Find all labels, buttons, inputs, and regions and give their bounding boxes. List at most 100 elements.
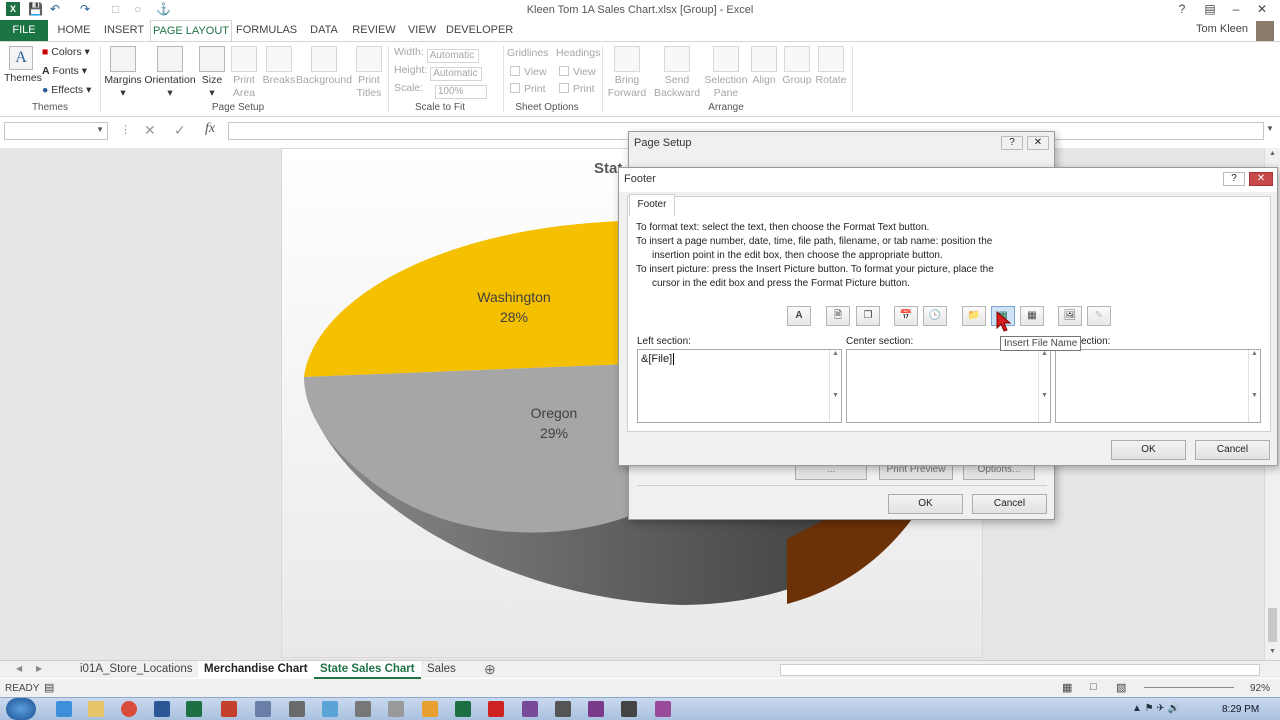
footer-ok-button[interactable]: OK	[1111, 440, 1186, 460]
tab-developer[interactable]: DEVELOPER	[446, 20, 513, 42]
app-icon[interactable]	[621, 701, 637, 717]
size-button[interactable]: Size ▾	[198, 46, 226, 100]
prev-sheet-icon[interactable]: ◀	[16, 664, 22, 673]
rotate-button[interactable]: Rotate	[814, 46, 848, 87]
start-button[interactable]	[6, 698, 36, 720]
left-section-value[interactable]: &[File]	[641, 353, 675, 365]
insert-sheet-name-button[interactable]: ▦	[1020, 306, 1044, 326]
insert-picture-button[interactable]: 🖼	[1058, 306, 1082, 326]
zoom-level[interactable]: 92%	[1250, 683, 1270, 694]
close-icon[interactable]: ✕	[1027, 136, 1049, 150]
onenote-icon[interactable]	[588, 701, 604, 717]
app-icon[interactable]	[455, 701, 471, 717]
help-icon[interactable]: ?	[1223, 172, 1245, 186]
right-section-input[interactable]: ▲ ▼	[1055, 349, 1261, 423]
excel-icon[interactable]	[186, 701, 202, 717]
next-sheet-icon[interactable]: ▶	[36, 664, 42, 673]
add-sheet-icon[interactable]: ⊕	[484, 661, 496, 678]
app-icon[interactable]	[289, 701, 305, 717]
sheet-tab-store-locations[interactable]: i01A_Store_Locations	[74, 661, 199, 679]
sheet-tab-merchandise-chart[interactable]: Merchandise Chart	[198, 661, 314, 679]
word-icon[interactable]	[154, 701, 170, 717]
margins-button[interactable]: Margins ▾	[104, 46, 142, 100]
expand-formula-icon[interactable]: ▼	[1266, 124, 1274, 133]
page-break-view-icon[interactable]: ▧	[1116, 681, 1126, 694]
help-icon[interactable]: ?	[1168, 0, 1196, 18]
sheet-tab-sales[interactable]: Sales	[421, 661, 462, 679]
user-name[interactable]: Tom Kleen	[1196, 23, 1248, 35]
ie-icon[interactable]	[56, 701, 72, 717]
orientation-button[interactable]: Orientation ▾	[144, 46, 196, 100]
app-icon[interactable]	[355, 701, 371, 717]
page-setup-ok-button[interactable]: OK	[888, 494, 963, 514]
filezilla-icon[interactable]	[488, 701, 504, 717]
app-icon[interactable]	[422, 701, 438, 717]
insert-time-button[interactable]: 🕓	[923, 306, 947, 326]
right-section-scrollbar[interactable]: ▲ ▼	[1248, 350, 1260, 422]
page-setup-cancel-button[interactable]: Cancel	[972, 494, 1047, 514]
format-text-button[interactable]: A	[787, 306, 811, 326]
left-section-scrollbar[interactable]: ▲ ▼	[829, 350, 841, 422]
insert-page-number-button[interactable]: 🗎	[826, 306, 850, 326]
sheet-tab-state-sales-chart[interactable]: State Sales Chart	[314, 661, 421, 679]
chrome-icon[interactable]	[121, 701, 137, 717]
app-icon[interactable]	[388, 701, 404, 717]
help-icon[interactable]: ?	[1001, 136, 1023, 150]
gridlines-view-checkbox[interactable]: View	[510, 66, 547, 78]
center-section-scrollbar[interactable]: ▲ ▼	[1038, 350, 1050, 422]
tab-review[interactable]: REVIEW	[350, 20, 398, 42]
enter-icon[interactable]: ✓	[174, 122, 186, 139]
ribbon-display-icon[interactable]: ▤	[1196, 0, 1224, 18]
scroll-down-icon[interactable]: ▼	[1269, 648, 1276, 655]
footer-cancel-button[interactable]: Cancel	[1195, 440, 1270, 460]
insert-number-of-pages-button[interactable]: ❐	[856, 306, 880, 326]
insert-function-icon[interactable]: fx	[205, 121, 215, 137]
avatar[interactable]	[1256, 21, 1274, 41]
width-control[interactable]: Width: Automatic	[394, 46, 479, 63]
align-button[interactable]: Align	[750, 46, 778, 87]
page-layout-view-icon[interactable]: □	[1090, 681, 1097, 693]
explorer-icon[interactable]	[88, 701, 104, 717]
clock[interactable]: 8:29 PM	[1222, 704, 1259, 715]
selection-pane-button[interactable]: Selection Pane	[704, 46, 748, 100]
tab-formulas[interactable]: FORMULAS	[236, 20, 297, 42]
horizontal-scrollbar[interactable]	[780, 664, 1260, 676]
close-icon[interactable]: ✕	[1248, 0, 1276, 18]
tab-data[interactable]: DATA	[304, 20, 344, 42]
colors-button[interactable]: ■ Colors ▾	[42, 46, 90, 58]
tab-page-layout[interactable]: PAGE LAYOUT	[150, 20, 232, 42]
name-box[interactable]: ▼	[4, 122, 108, 140]
tray-icons[interactable]: ▲ ⚑ ✈ 🔊	[1132, 703, 1180, 714]
headings-print-checkbox[interactable]: Print	[559, 83, 595, 95]
themes-button[interactable]: A Themes	[4, 46, 42, 85]
format-picture-button[interactable]: ✎	[1087, 306, 1111, 326]
background-button[interactable]: Background	[296, 46, 352, 87]
scale-control[interactable]: Scale: 100%	[394, 82, 487, 99]
cancel-icon[interactable]: ✕	[144, 122, 156, 139]
scroll-thumb[interactable]	[1268, 608, 1277, 642]
insert-date-button[interactable]: 📅	[894, 306, 918, 326]
app-icon[interactable]	[522, 701, 538, 717]
tab-insert[interactable]: INSERT	[102, 20, 146, 42]
minimize-icon[interactable]: –	[1222, 0, 1250, 18]
tab-view[interactable]: VIEW	[404, 20, 440, 42]
gridlines-print-checkbox[interactable]: Print	[510, 83, 546, 95]
effects-button[interactable]: ● Effects ▾	[42, 84, 91, 96]
slice-washington[interactable]	[304, 221, 632, 377]
fonts-button[interactable]: A Fonts ▾	[42, 65, 87, 77]
group-button[interactable]: Group	[780, 46, 814, 87]
app-icon[interactable]	[255, 701, 271, 717]
app-icon[interactable]	[322, 701, 338, 717]
left-section-input[interactable]: &[File] ▲ ▼	[637, 349, 842, 423]
insert-file-path-button[interactable]: 📁	[962, 306, 986, 326]
close-icon[interactable]: ✕	[1249, 172, 1273, 186]
print-area-button[interactable]: Print Area	[228, 46, 260, 100]
breaks-button[interactable]: Breaks	[262, 46, 296, 87]
app-icon[interactable]	[555, 701, 571, 717]
normal-view-icon[interactable]: ▦	[1062, 681, 1072, 694]
headings-view-checkbox[interactable]: View	[559, 66, 596, 78]
bring-forward-button[interactable]: Bring Forward	[604, 46, 650, 100]
scroll-up-icon[interactable]: ▲	[1269, 150, 1276, 157]
tab-file[interactable]: FILE	[0, 20, 48, 42]
macro-record-icon[interactable]: ▤	[44, 681, 54, 694]
